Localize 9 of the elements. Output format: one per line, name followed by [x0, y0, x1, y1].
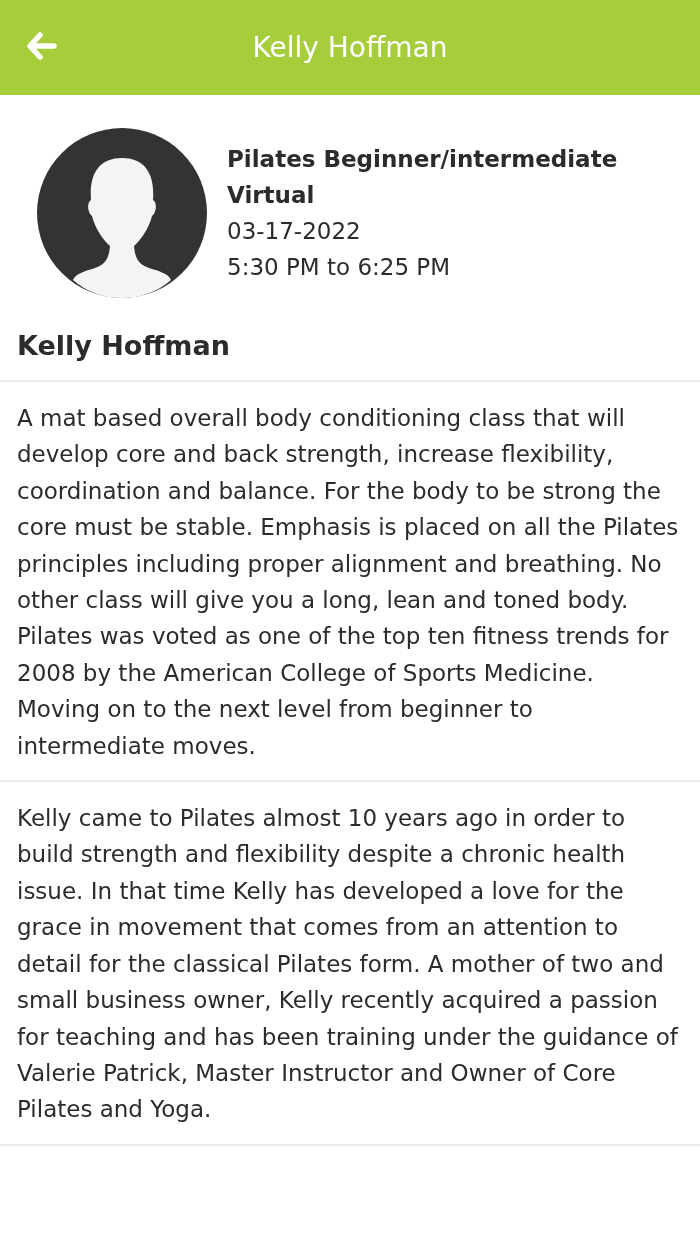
- class-time: 5:30 PM to 6:25 PM: [227, 253, 452, 282]
- description-paragraph: A mat based overall body conditioning class that will develop core and back strength, increase flexibility, coordination and balance. For the body to be strong the core must be stable. Emphasis is placed on all the Pilates principles including proper alignment and breathing. No other class will give you a long, lean and toned body. Pilates was voted as one of the top ten fitness trends for 2008 by the American College of Sports Medicine. Moving on to the next level from beginner to intermediate moves.: [17, 404, 680, 761]
- instructor-name: Kelly Hoffman: [17, 329, 231, 363]
- header-title: Kelly Hoffman: [252, 30, 448, 65]
- class-date: 03-17-2022: [227, 217, 362, 246]
- class-name: Pilates Beginner/intermediate Virtual: [227, 145, 619, 210]
- back-arrow-icon: [27, 32, 57, 60]
- description-paragraph: Kelly came to Pilates almost 10 years ago in order to build strength and flexibility despite a chronic health issue. In that time Kelly has developed a love for the grace in movement that comes from an attention to detail for the classical Pilates form. A mother of two and small business owner, Kelly recently acquired a passion for teaching and has been training under the guidance of Valerie Patrick, Master Instructor and Owner of Core Pilates and Yoga.: [17, 804, 680, 1125]
- avatar-icon: [37, 128, 207, 298]
